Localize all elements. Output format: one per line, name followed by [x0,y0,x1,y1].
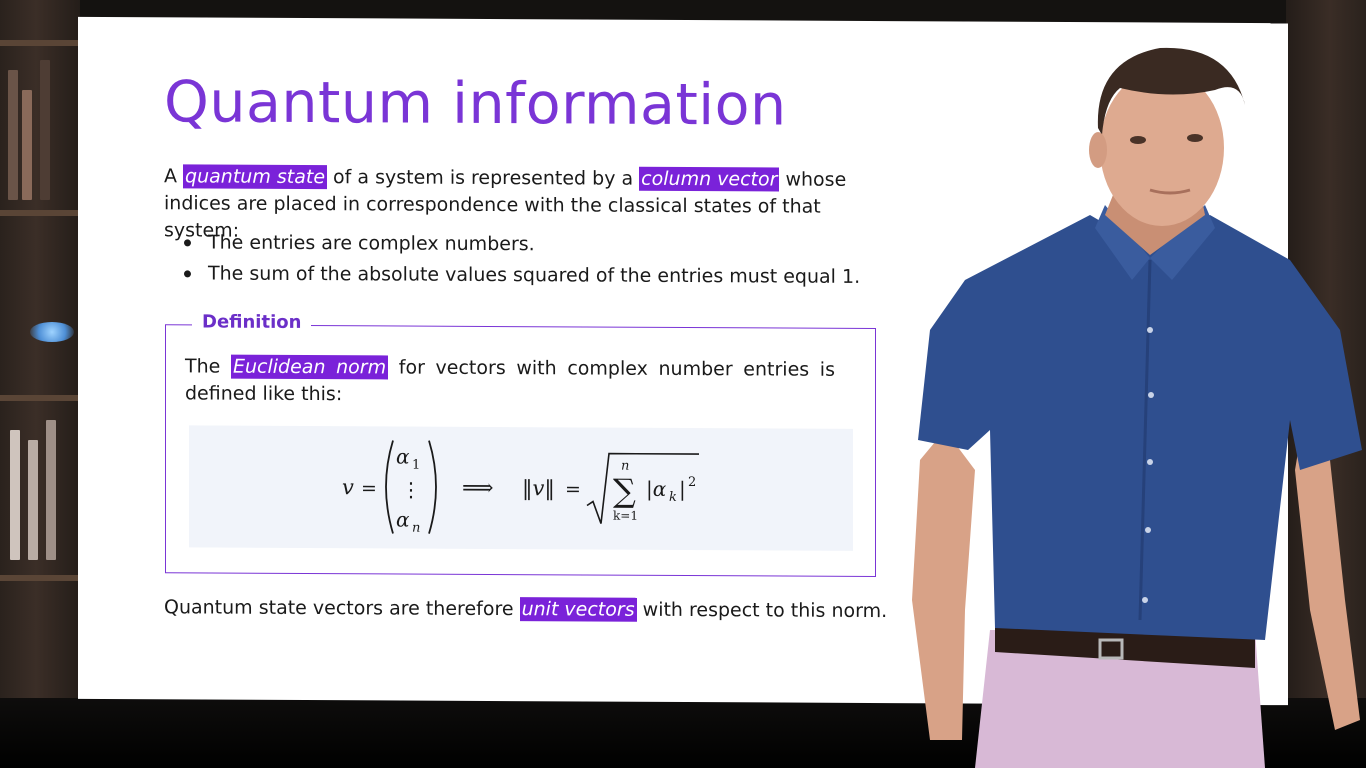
list-item: The entries are complex numbers. [164,227,884,262]
bookshelf-right [1286,0,1366,768]
alpha-1: α [396,444,410,468]
right-paren [428,440,437,534]
bullet-dot-icon [184,270,191,278]
sum-lower-limit: k=1 [613,509,638,523]
bookshelf-left [0,0,80,768]
alpha-n: α [396,507,410,531]
floor [0,698,1366,768]
bullet-list: The entries are complex numbers. The sum… [164,227,884,293]
abs-close: | [679,477,686,502]
lamp-light [30,322,74,342]
formula-v: v [342,475,354,499]
sigma-icon: ∑ [613,472,636,510]
bullet-text: The sum of the absolute values squared o… [208,262,861,288]
left-paren [385,440,394,534]
formula-equals: = [361,477,377,499]
definition-label: Definition [192,311,312,334]
definition-text: The Euclidean norm for vectors with comp… [185,353,835,410]
highlight-column-vector: column vector [639,166,780,192]
bullet-text: The entries are complex numbers. [208,231,535,256]
conclusion-text-2: with respect to this norm. [636,598,888,623]
conclusion-text-1: Quantum state vectors are therefore [164,596,520,621]
formula-graphic: v = α 1 ⋮ α n ⟹ ‖v‖ = n ∑ k=1 |α k | 2 [342,440,699,536]
slide-title: Quantum information [164,69,787,139]
conclusion-paragraph: Quantum state vectors are therefore unit… [164,594,924,625]
implies-arrow: ⟹ [462,476,494,501]
intro-text-2: of a system is represented by a [327,166,640,190]
alpha-k-subscript: k [669,490,677,505]
list-item: The sum of the absolute values squared o… [164,258,884,293]
definition-text-1: The [185,355,231,378]
squared-superscript: 2 [688,475,696,490]
vertical-dots: ⋮ [401,478,421,502]
highlight-unit-vectors: unit vectors [519,597,637,622]
alpha-n-subscript: n [412,521,420,536]
highlight-euclidean-norm: Euclidean norm [231,354,389,380]
norm-formula: v = α 1 ⋮ α n ⟹ ‖v‖ = n ∑ k=1 |α k | 2 [189,425,853,551]
slide: Quantum information A quantum state of a… [78,16,1288,706]
definition-box: Definition The Euclidean norm for vector… [165,311,876,578]
highlight-quantum-state: quantum state [183,164,328,190]
formula-equals-2: = [565,478,581,500]
bullet-dot-icon [184,239,191,247]
intro-text-1: A [164,165,184,188]
norm-v: ‖v‖ [522,476,555,501]
alpha-1-subscript: 1 [412,458,420,473]
abs-alpha: |α [646,477,667,502]
